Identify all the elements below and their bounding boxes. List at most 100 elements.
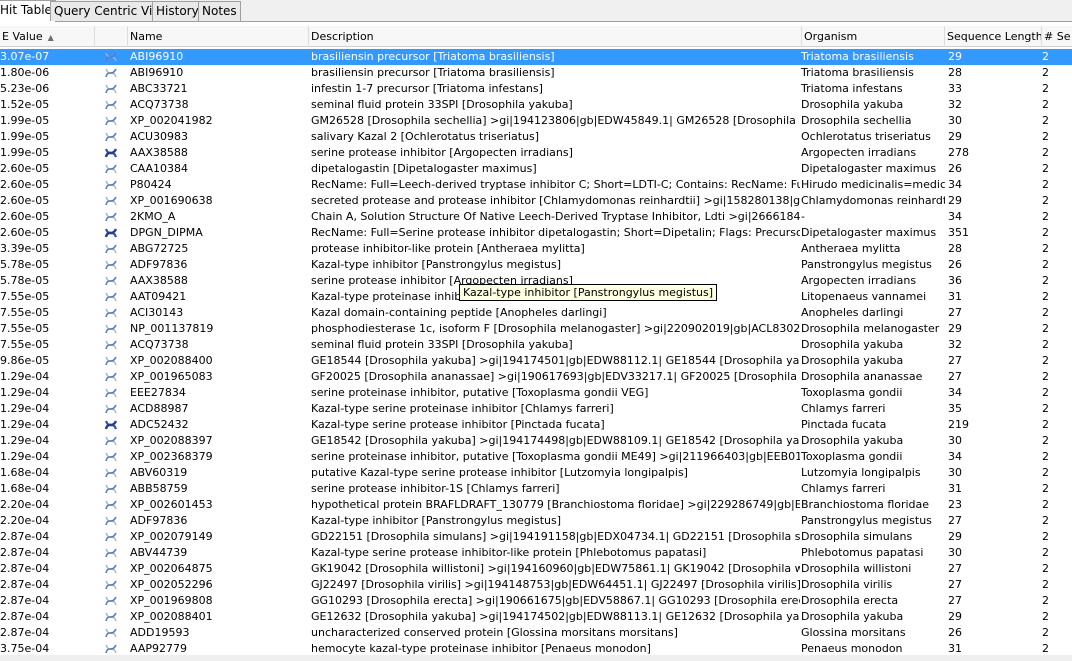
cell-evalue: 1.29e-04	[0, 434, 50, 447]
cell-name: XP_002088401	[130, 610, 213, 623]
column-header-description[interactable]: Description	[309, 26, 802, 47]
table-row[interactable]: 2.60e-05 2KMO_A Chain A, Solution Structur…	[0, 209, 1072, 225]
cell-organism: Drosophila melanogaster	[801, 322, 940, 335]
table-row[interactable]: 1.29e-04 XP_002368379 serine proteinase in…	[0, 449, 1072, 465]
cell-name: DPGN_DIPMA	[130, 226, 203, 239]
cell-description: putative Kazal-type serine protease inhi…	[311, 466, 688, 479]
column-header-name[interactable]: Name	[128, 26, 309, 47]
sequence-icon	[105, 132, 117, 142]
cell-length: 27	[948, 594, 962, 607]
table-row[interactable]: 2.60e-05 XP_001690638 secreted protease an…	[0, 193, 1072, 209]
column-header-evalue[interactable]: E Value ▲	[0, 26, 95, 47]
table-row[interactable]: 5.23e-06 ABC33721 infestin 1-7 precursor […	[0, 81, 1072, 97]
tab-hit-table[interactable]: Hit Table	[0, 0, 56, 22]
cell-length: 351	[948, 226, 969, 239]
table-row[interactable]: 1.99e-05 XP_002041982 GM26528 [Drosophila …	[0, 113, 1072, 129]
sequence-icon	[105, 468, 117, 478]
cell-length: 27	[948, 514, 962, 527]
horizontal-scrollbar[interactable]	[0, 655, 1072, 661]
sequence-icon	[105, 436, 117, 446]
cell-length: 278	[948, 146, 969, 159]
table-row[interactable]: 2.20e-04 ADF97836 Kazal-type inhibitor [Pa…	[0, 513, 1072, 529]
table-row[interactable]: 3.07e-07 ABI96910 brasiliensin precursor […	[0, 49, 1072, 65]
table-row[interactable]: 2.87e-04 XP_002079149 GD22151 [Drosophila …	[0, 529, 1072, 545]
cell-description: GG10293 [Drosophila erecta] >gi|19066167…	[311, 594, 800, 607]
table-row[interactable]: 2.20e-04 XP_002601453 hypothetical protein…	[0, 497, 1072, 513]
cell-evalue: 1.29e-04	[0, 370, 50, 383]
cell-organism: Litopenaeus vannamei	[801, 290, 927, 303]
table-row[interactable]: 3.39e-05 ABG72725 protease inhibitor-like …	[0, 241, 1072, 257]
cell-evalue: 2.87e-04	[0, 594, 50, 607]
table-row[interactable]: 1.99e-05 AAX38588 serine protease inhibito…	[0, 145, 1072, 161]
cell-description: serine protease inhibitor-1S [Chlamys fa…	[311, 482, 560, 495]
table-row[interactable]: 1.68e-04 ABB58759 serine protease inhibito…	[0, 481, 1072, 497]
cell-name: XP_001690638	[130, 194, 213, 207]
cell-description: phosphodiesterase 1c, isoform F [Drosoph…	[311, 322, 800, 335]
table-row[interactable]: 1.29e-04 ADC52432 Kazal-type serine protea…	[0, 417, 1072, 433]
cell-segments: 2	[1042, 498, 1049, 511]
cell-description: Kazal-type serine protease inhibitor-lik…	[311, 546, 707, 559]
cell-evalue: 2.20e-04	[0, 514, 50, 527]
cell-segments: 2	[1042, 210, 1049, 223]
cell-name: XP_002088397	[130, 434, 213, 447]
cell-segments: 2	[1042, 194, 1049, 207]
cell-segments: 2	[1042, 50, 1049, 63]
cell-description: Kazal-type inhibitor [Panstrongylus megi…	[311, 258, 562, 271]
table-row[interactable]: 2.87e-04 XP_002064875 GK19042 [Drosophila …	[0, 561, 1072, 577]
cell-description: seminal fluid protein 33SPI [Drosophila …	[311, 338, 573, 351]
table-row[interactable]: 7.55e-05 NP_001137819 phosphodiesterase 1c…	[0, 321, 1072, 337]
cell-evalue: 1.99e-05	[0, 130, 50, 143]
cell-description: GF20025 [Drosophila ananassae] >gi|19061…	[311, 370, 800, 383]
cell-length: 30	[948, 546, 962, 559]
table-row[interactable]: 7.55e-05 ACI30143 Kazal domain-containing …	[0, 305, 1072, 321]
column-header-sequence-length[interactable]: Sequence Length	[945, 26, 1042, 47]
column-header-organism[interactable]: Organism	[802, 26, 945, 47]
cell-length: 31	[948, 290, 962, 303]
table-row[interactable]: 9.86e-05 XP_002088400 GE18544 [Drosophila …	[0, 353, 1072, 369]
cell-name: ABV44739	[130, 546, 188, 559]
cell-evalue: 2.87e-04	[0, 530, 50, 543]
table-row[interactable]: 1.68e-04 ABV60319 putative Kazal-type seri…	[0, 465, 1072, 481]
cell-length: 29	[948, 530, 962, 543]
table-row[interactable]: 1.29e-04 XP_001965083 GF20025 [Drosophila …	[0, 369, 1072, 385]
cell-segments: 2	[1042, 322, 1049, 335]
cell-name: P80424	[130, 178, 172, 191]
table-row[interactable]: 1.29e-04 ACD88987 Kazal-type serine protei…	[0, 401, 1072, 417]
table-row[interactable]: 2.87e-04 XP_001969808 GG10293 [Drosophila …	[0, 593, 1072, 609]
table-row[interactable]: 2.60e-05 DPGN_DIPMA RecName: Full=Serine p…	[0, 225, 1072, 241]
table-row[interactable]: 1.29e-04 EEE27834 serine proteinase inhibi…	[0, 385, 1072, 401]
cell-segments: 2	[1042, 130, 1049, 143]
cell-organism: Toxoplasma gondii	[801, 450, 903, 463]
cell-organism: Glossina morsitans	[801, 626, 906, 639]
table-row[interactable]: 5.78e-05 ADF97836 Kazal-type inhibitor [Pa…	[0, 257, 1072, 273]
column-header-icon[interactable]	[95, 26, 128, 47]
cell-length: 29	[948, 610, 962, 623]
column-header-segments[interactable]: # Se	[1042, 26, 1072, 47]
table-row[interactable]: 1.52e-05 ACQ73738 seminal fluid protein 33…	[0, 97, 1072, 113]
cell-organism: Argopecten irradians	[801, 146, 917, 159]
cell-name: AAX38588	[130, 146, 188, 159]
tab-notes[interactable]: Notes	[198, 1, 241, 21]
cell-evalue: 2.87e-04	[0, 610, 50, 623]
table-row[interactable]: 7.55e-05 ACQ73738 seminal fluid protein 33…	[0, 337, 1072, 353]
tab-history[interactable]: History	[152, 1, 203, 21]
table-row[interactable]: 2.87e-04 ABV44739 Kazal-type serine protea…	[0, 545, 1072, 561]
cell-description: RecName: Full=Serine protease inhibitor …	[311, 226, 800, 239]
cell-evalue: 2.87e-04	[0, 562, 50, 575]
table-row[interactable]: 1.99e-05 ACU30983 salivary Kazal 2 [Ochler…	[0, 129, 1072, 145]
table-row[interactable]: 2.60e-05 P80424 RecName: Full=Leech-derive…	[0, 177, 1072, 193]
sequence-icon	[105, 404, 117, 414]
table-row[interactable]: 2.60e-05 CAA10384 dipetalogastin [Dipetalo…	[0, 161, 1072, 177]
cell-name: XP_001965083	[130, 370, 213, 383]
table-row[interactable]: 2.87e-04 XP_002088401 GE12632 [Drosophila …	[0, 609, 1072, 625]
cell-evalue: 2.20e-04	[0, 498, 50, 511]
cell-organism: Argopecten irradians	[801, 274, 917, 287]
table-row[interactable]: 2.87e-04 XP_002052296 GJ22497 [Drosophila …	[0, 577, 1072, 593]
cell-description: GJ22497 [Drosophila virilis] >gi|1941487…	[311, 578, 800, 591]
table-row[interactable]: 2.87e-04 ADD19593 uncharacterized conserve…	[0, 625, 1072, 641]
cell-name: XP_002368379	[130, 450, 213, 463]
table-row[interactable]: 1.29e-04 XP_002088397 GE18542 [Drosophila …	[0, 433, 1072, 449]
table-row[interactable]: 1.80e-06 ABI96910 brasiliensin precursor […	[0, 65, 1072, 81]
cell-name: ADD19593	[130, 626, 190, 639]
cell-organism: Drosophila erecta	[801, 594, 899, 607]
